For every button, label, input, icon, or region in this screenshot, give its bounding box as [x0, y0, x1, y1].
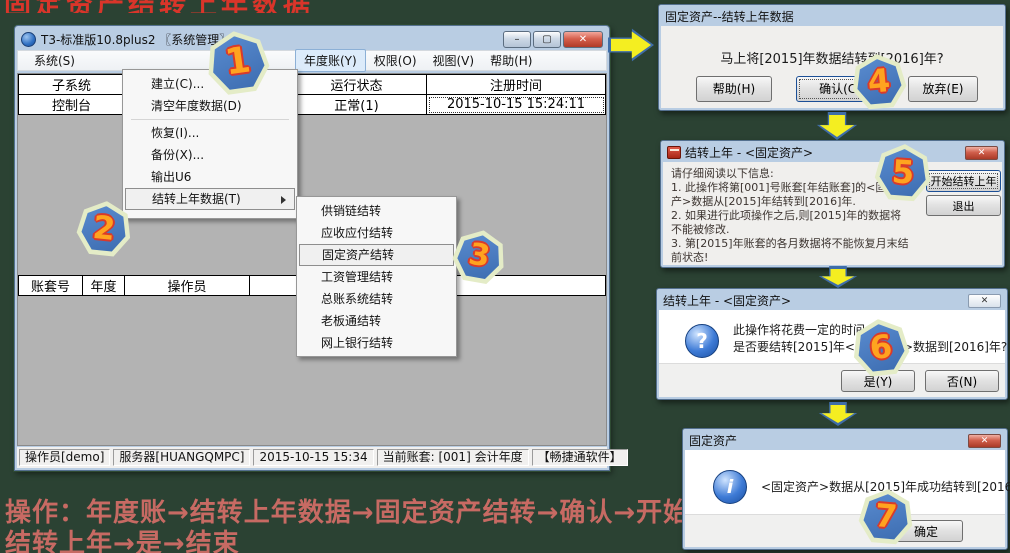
- step-badge-7: 7: [856, 487, 917, 548]
- col-account-no: 账套号: [18, 275, 83, 296]
- menu-separator: [131, 119, 289, 120]
- dialog-confirm-transfer: 固定资产--结转上年数据 马上将[2015]年数据结转到[2016]年? 帮助(…: [658, 4, 1006, 111]
- arrow-down-icon: [818, 266, 858, 288]
- dialog-success: 固定资产 ✕ i <固定资产>数据从[2015]年成功结转到[2016]年! 确…: [682, 428, 1010, 550]
- step-badge-6: 6: [849, 316, 913, 380]
- dialog-title-bar[interactable]: 固定资产 ✕: [685, 431, 1005, 450]
- dialog-transfer-wizard: 结转上年 - <固定资产> ✕ 请仔细阅读以下信息: 1. 此操作将第[001]…: [660, 140, 1005, 268]
- col-regtime: 注册时间: [426, 74, 606, 95]
- submenu-general-ledger[interactable]: 总账系统结转: [299, 288, 454, 310]
- app-icon: [21, 31, 36, 47]
- dialog-title: 固定资产: [689, 434, 738, 448]
- abandon-button[interactable]: 放弃(E): [908, 76, 978, 102]
- operation-note-line2: 结转上年→是→结束: [5, 529, 240, 553]
- submenu-online-bank[interactable]: 网上银行结转: [299, 332, 454, 354]
- cell-regtime[interactable]: 2015-10-15 15:24:11: [426, 94, 606, 115]
- cell-status[interactable]: 正常(1): [286, 94, 427, 115]
- dialog-title-bar[interactable]: 结转上年 - <固定资产> ✕: [663, 143, 1002, 162]
- transfer-dialog-icon: [667, 146, 681, 159]
- table-row[interactable]: 控制台 正常(1) 2015-10-15 15:24:11: [18, 94, 606, 115]
- cell-subsystem[interactable]: 控制台: [18, 94, 125, 115]
- col-status: 运行状态: [286, 74, 427, 95]
- window-title: T3-标准版10.8plus2 〖系统管理〗: [41, 32, 232, 47]
- menu-help[interactable]: 帮助(H): [482, 50, 540, 71]
- col-subsystem: 子系统: [18, 74, 125, 95]
- menu-item-label: 结转上年数据(T): [152, 192, 241, 206]
- info-icon: i: [713, 470, 747, 504]
- status-server: 服务器[HUANGQMPC]: [113, 449, 251, 466]
- submenu-boss-link[interactable]: 老板通结转: [299, 310, 454, 332]
- close-icon[interactable]: ✕: [968, 293, 1001, 308]
- menu-view[interactable]: 视图(V): [425, 50, 483, 71]
- question-icon: ?: [685, 324, 719, 358]
- clipped-top-text: 固定资产结转上年数据: [4, 0, 564, 13]
- status-vendor: 【畅捷通软件】: [531, 449, 628, 466]
- menu-item-transfer-last-year[interactable]: 结转上年数据(T): [125, 188, 295, 210]
- maximize-button[interactable]: ▢: [533, 30, 561, 48]
- close-icon[interactable]: ✕: [965, 145, 998, 160]
- menu-item-restore[interactable]: 恢复(I)...: [125, 122, 295, 144]
- dialog-question: 结转上年 - <固定资产> ✕ ? 此操作将花费一定的时间。 是否要结转[201…: [656, 288, 1008, 400]
- submenu-supply-chain[interactable]: 供销链结转: [299, 200, 454, 222]
- menu-permission[interactable]: 权限(O): [366, 50, 425, 71]
- arrow-down-icon: [816, 112, 858, 140]
- exit-button[interactable]: 退出: [926, 195, 1001, 216]
- minimize-button[interactable]: –: [503, 30, 531, 48]
- col-operator: 操作员: [124, 275, 250, 296]
- dialog-title: 固定资产--结转上年数据: [665, 10, 794, 24]
- menu-item-export-u6[interactable]: 输出U6: [125, 166, 295, 188]
- menu-system[interactable]: 系统(S): [26, 50, 83, 71]
- dialog-title: 结转上年 - <固定资产>: [663, 294, 792, 308]
- submenu-payroll[interactable]: 工资管理结转: [299, 266, 454, 288]
- col-year: 年度: [82, 275, 125, 296]
- step-badge-1: 1: [202, 27, 274, 99]
- subsystem-header-row: 子系统 运行状态 注册时间: [18, 74, 606, 95]
- title-bar[interactable]: T3-标准版10.8plus2 〖系统管理〗 – ▢ ✕: [17, 28, 607, 50]
- close-button[interactable]: ✕: [563, 30, 603, 48]
- dialog-title: 结转上年 - <固定资产>: [685, 146, 814, 160]
- arrow-down-icon: [818, 402, 858, 426]
- status-operator: 操作员[demo]: [19, 449, 111, 466]
- close-icon[interactable]: ✕: [968, 433, 1001, 448]
- dialog-title-bar[interactable]: 固定资产--结转上年数据: [661, 7, 1003, 26]
- subsystem-table: 子系统 运行状态 注册时间 控制台 正常(1) 2015-10-15 15:24…: [18, 74, 606, 115]
- status-bar: 操作员[demo] 服务器[HUANGQMPC] 2015-10-15 15:3…: [17, 447, 628, 468]
- status-datetime: 2015-10-15 15:34: [253, 449, 374, 466]
- submenu-ar-ap[interactable]: 应收应付结转: [299, 222, 454, 244]
- no-button[interactable]: 否(N): [925, 370, 999, 392]
- status-current-account: 当前账套: [001] 会计年度: [376, 449, 529, 466]
- menu-bar: 系统(S) 年度账(Y) 权限(O) 视图(V) 帮助(H): [17, 49, 607, 72]
- menu-year-account[interactable]: 年度账(Y): [294, 49, 366, 72]
- step-badge-2: 2: [73, 198, 135, 260]
- step-badge-4: 4: [849, 52, 910, 113]
- dialog-title-bar[interactable]: 结转上年 - <固定资产> ✕: [659, 291, 1005, 310]
- menu-item-backup[interactable]: 备份(X)...: [125, 144, 295, 166]
- submenu-fixed-assets[interactable]: 固定资产结转: [299, 244, 454, 266]
- confirm-message: 马上将[2015]年数据结转到[2016]年?: [720, 52, 944, 67]
- step-badge-3: 3: [448, 226, 511, 289]
- help-button[interactable]: 帮助(H): [696, 76, 772, 102]
- transfer-submenu: 供销链结转 应收应付结转 固定资产结转 工资管理结转 总账系统结转 老板通结转 …: [296, 196, 457, 357]
- start-transfer-button[interactable]: 开始结转上年: [926, 170, 1001, 192]
- step-badge-5: 5: [872, 142, 934, 204]
- arrow-right-icon: [608, 28, 654, 62]
- submenu-arrow-icon: [281, 196, 286, 204]
